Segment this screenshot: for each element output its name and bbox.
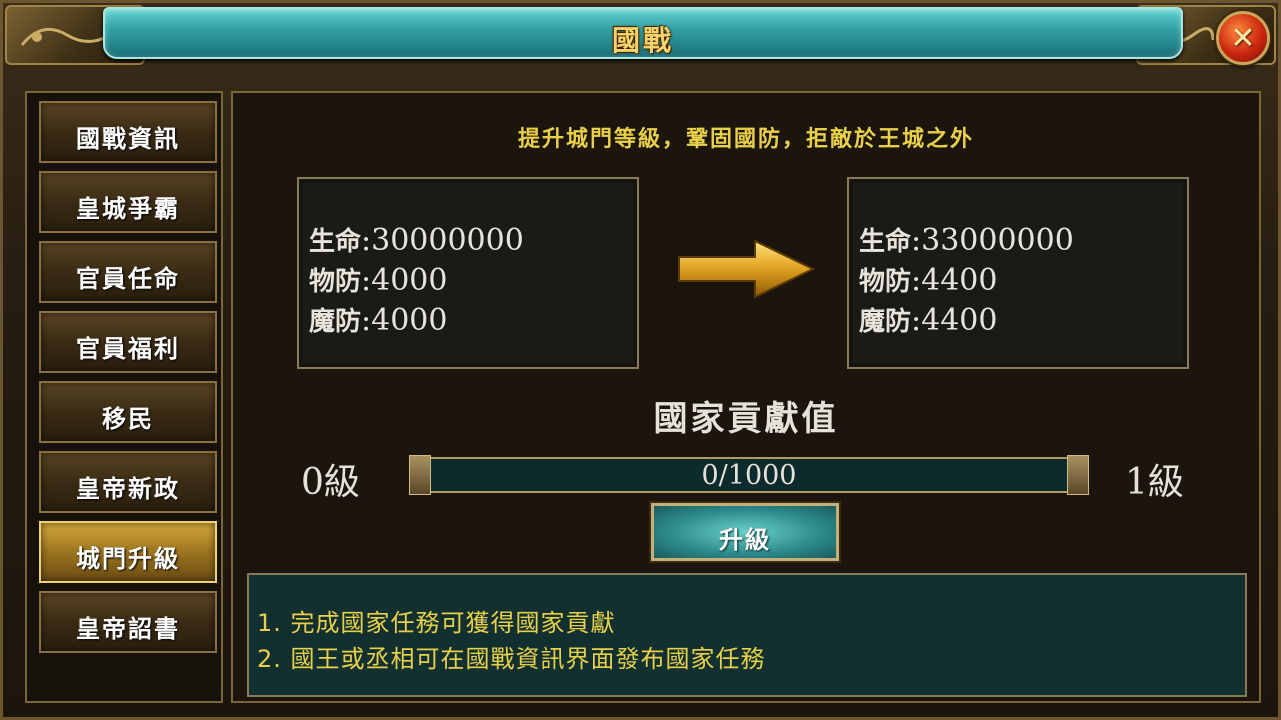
stat-value: 4000 (371, 263, 448, 298)
stat-label: 物防 (309, 267, 362, 297)
panel-headline: 提升城門等級，鞏固國防，拒敵於王城之外 (517, 127, 974, 152)
sidebar-item-official-welfare[interactable]: 官員福利 (39, 311, 217, 373)
stat-row-hp: 生命:33000000 (859, 221, 1074, 258)
stat-value: 33000000 (921, 223, 1074, 258)
close-icon: ✕ (1230, 21, 1256, 56)
stat-separator: : (361, 303, 372, 338)
upgrade-button[interactable]: 升級 (651, 503, 839, 561)
sidebar-item-imperial-edict[interactable]: 皇帝詔書 (39, 591, 217, 653)
contribution-progress-bar: 0/1000 (409, 455, 1089, 495)
level-to: 1級 (1125, 462, 1184, 503)
sidebar-item-official-appointment[interactable]: 官員任命 (39, 241, 217, 303)
sidebar-item-label: 皇帝詔書 (76, 615, 180, 643)
stat-value: 4400 (921, 303, 998, 338)
stat-value: 4400 (921, 263, 998, 298)
progress-text: 0/1000 (701, 460, 797, 491)
stat-row-pdef: 物防:4400 (859, 261, 997, 298)
contribution-title: 國家貢獻值 (653, 399, 839, 439)
sidebar-item-imperial-city[interactable]: 皇城爭霸 (39, 171, 217, 233)
sidebar-item-migration[interactable]: 移民 (39, 381, 217, 443)
sidebar-item-label: 城門升級 (76, 545, 180, 573)
next-stats-box: 生命:33000000 物防:4400 魔防:4400 (847, 177, 1189, 369)
gate-upgrade-panel: 提升城門等級，鞏固國防，拒敵於王城之外 生命:30000000 物防:4000 … (231, 91, 1261, 703)
game-window: 國戰 ✕ 國戰資訊 皇城爭霸 官員任命 官員福利 移民 皇帝新政 城門升級 皇帝… (0, 0, 1281, 720)
sidebar-item-label: 官員福利 (76, 335, 180, 363)
close-button[interactable]: ✕ (1216, 11, 1270, 65)
sidebar-item-label: 移民 (102, 405, 154, 433)
sidebar-item-label: 國戰資訊 (76, 125, 180, 153)
window-title: 國戰 (611, 24, 674, 57)
stat-separator: : (361, 223, 372, 258)
sidebar: 國戰資訊 皇城爭霸 官員任命 官員福利 移民 皇帝新政 城門升級 皇帝詔書 (25, 91, 223, 703)
stat-row-mdef: 魔防:4400 (859, 301, 997, 338)
stat-separator: : (911, 263, 922, 298)
sidebar-item-war-info[interactable]: 國戰資訊 (39, 101, 217, 163)
sidebar-item-gate-upgrade[interactable]: 城門升級 (39, 521, 217, 583)
stat-row-pdef: 物防:4000 (309, 261, 447, 298)
sidebar-item-label: 皇城爭霸 (76, 195, 180, 223)
stat-separator: : (911, 303, 922, 338)
stat-value: 4000 (371, 303, 448, 338)
stat-label: 物防 (859, 267, 912, 297)
stat-label: 魔防 (859, 307, 912, 337)
upgrade-button-label: 升級 (719, 526, 771, 554)
stat-value: 30000000 (371, 223, 524, 258)
stat-separator: : (361, 263, 372, 298)
stat-label: 生命 (309, 227, 362, 257)
stat-label: 生命 (859, 227, 912, 257)
sidebar-item-label: 皇帝新政 (76, 475, 180, 503)
title-bar: 國戰 (103, 7, 1183, 59)
level-from: 0級 (301, 462, 360, 503)
current-stats-box: 生命:30000000 物防:4000 魔防:4000 (297, 177, 639, 369)
stat-separator: : (911, 223, 922, 258)
note-line: 2. 國王或丞相可在國戰資訊界面發布國家任務 (257, 645, 766, 673)
stat-label: 魔防 (309, 307, 362, 337)
stat-row-mdef: 魔防:4000 (309, 301, 447, 338)
stat-row-hp: 生命:30000000 (309, 221, 524, 258)
right-arrow-icon (678, 239, 816, 299)
sidebar-item-emperor-policy[interactable]: 皇帝新政 (39, 451, 217, 513)
notes-box: 1. 完成國家任務可獲得國家貢獻 2. 國王或丞相可在國戰資訊界面發布國家任務 (247, 573, 1247, 697)
sidebar-item-label: 官員任命 (76, 265, 180, 293)
note-line: 1. 完成國家任務可獲得國家貢獻 (257, 609, 616, 637)
